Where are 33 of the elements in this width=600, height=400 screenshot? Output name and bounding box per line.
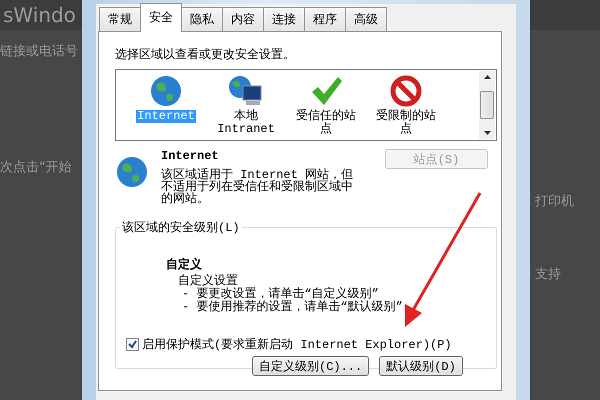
zone-item[interactable]: 受限制的站点	[373, 110, 439, 136]
tab[interactable]: 常规	[99, 7, 141, 32]
zone-item[interactable]: 受信任的站点	[293, 110, 359, 136]
background-text: sWindo	[3, 3, 76, 27]
background-text: 链接或电话号	[0, 43, 78, 60]
zone-item[interactable]: 本地 Intranet	[213, 110, 279, 136]
level-hint: - 要使用推荐的设置，请单击“默认级别”	[182, 301, 404, 314]
group-legend: 该区域的安全级别(L)	[120, 219, 242, 236]
globe-icon	[115, 155, 149, 189]
level-button[interactable]: 默认级别(D)	[379, 356, 463, 376]
level-text: 自定义设置	[178, 275, 238, 288]
tab[interactable]: 安全	[140, 3, 182, 32]
down-arrow-icon[interactable]	[484, 131, 490, 135]
forbidden-icon	[389, 74, 423, 108]
tab[interactable]: 隐私	[181, 7, 223, 32]
checkbox[interactable]	[126, 338, 139, 351]
checkbox-label[interactable]: 启用保护模式(要求重新启动 Internet Explorer)(P)	[142, 336, 452, 353]
up-arrow-icon[interactable]	[484, 75, 490, 79]
scrollbar[interactable]	[479, 71, 495, 139]
prompt-text: 选择区域以查看或更改安全设置。	[115, 47, 296, 63]
level-hint: - 要更改设置，请单击“自定义级别”	[182, 288, 379, 301]
background-text: 打印机	[535, 193, 574, 210]
background-text: 支持	[535, 266, 561, 283]
tab[interactable]: 连接	[263, 7, 305, 32]
globe-icon	[149, 74, 183, 108]
tab[interactable]: 程序	[304, 7, 346, 32]
zone-description: 该区域适用于 Internet 网站，但不适用于列在受信任和受限制区域中的网站。	[161, 169, 354, 205]
tab[interactable]: 内容	[222, 7, 264, 32]
background-text: 次点击“开始	[0, 159, 72, 176]
level-button[interactable]: 自定义级别(C)...	[252, 356, 370, 376]
level-name: 自定义	[166, 256, 203, 273]
tab[interactable]: 高级	[345, 7, 387, 32]
zone-title: Internet	[161, 149, 220, 163]
